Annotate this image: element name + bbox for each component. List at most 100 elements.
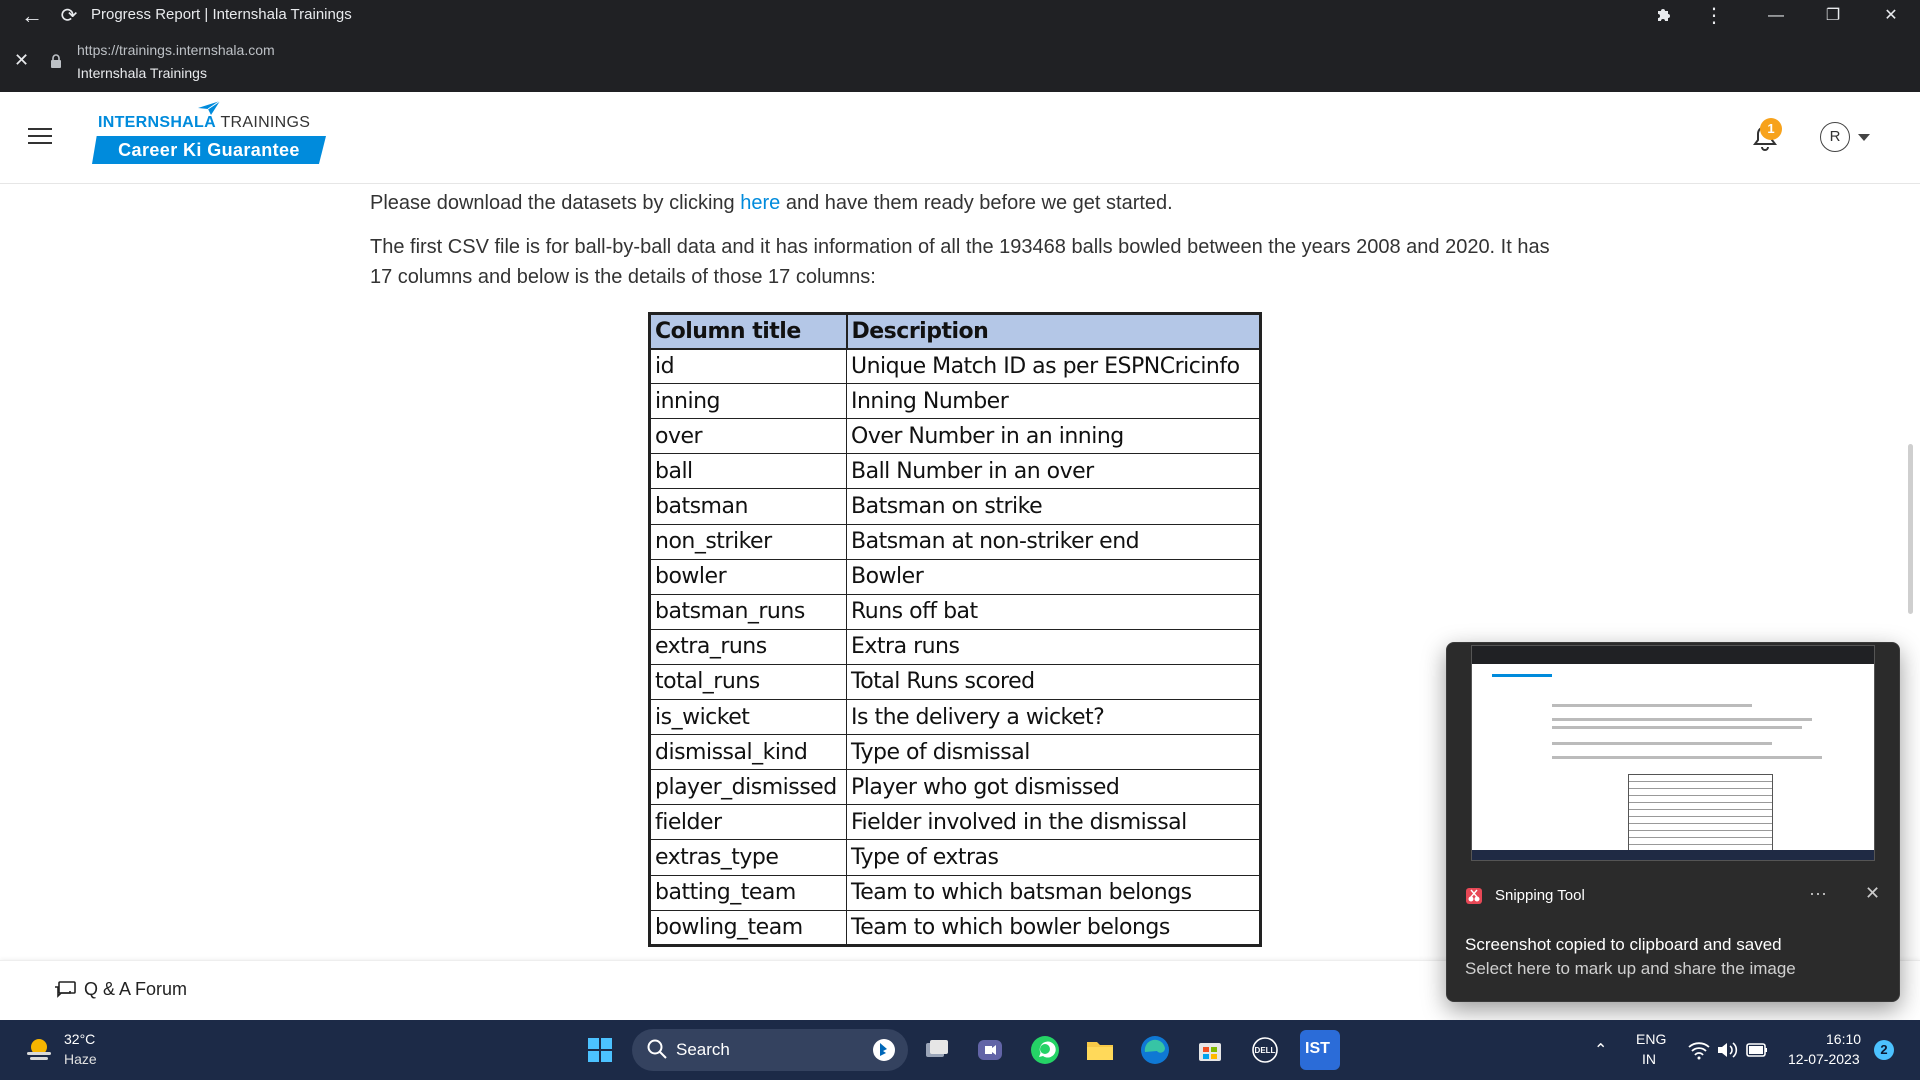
chevron-down-icon[interactable] [1858, 134, 1870, 141]
show-hidden-icons-chevron-icon[interactable]: ⌃ [1594, 1040, 1607, 1060]
column-title-cell: over [649, 418, 847, 455]
table-row: bowling_team Team to which bowler belongs [649, 909, 1261, 946]
language-line2[interactable]: IN [1642, 1051, 1656, 1067]
wifi-icon[interactable] [1688, 1040, 1710, 1060]
table-header-row: Column title Description [648, 312, 1262, 350]
notification-badge: 1 [1760, 118, 1782, 140]
description-cell: Total Runs scored [846, 663, 1261, 701]
snipping-tool-icon [1466, 888, 1482, 904]
browser-url-row: ✕ https://trainings.internshala.com Inte… [0, 36, 1920, 92]
snipping-tool-notification[interactable]: Snipping Tool ··· ✕ Screenshot copied to… [1446, 642, 1900, 1002]
description-cell: Bowler [846, 558, 1261, 595]
microsoft-store-icon[interactable] [1190, 1030, 1230, 1070]
close-icon[interactable]: ✕ [14, 50, 29, 71]
description-cell: Runs off bat [846, 593, 1261, 630]
url-text[interactable]: https://trainings.internshala.com [77, 42, 275, 58]
table-body: id Unique Match ID as per ESPNCricinfo inn… [649, 348, 1261, 946]
screenshot-thumbnail[interactable] [1471, 645, 1875, 861]
dataset-description: The first CSV file is for ball-by-ball d… [370, 236, 1550, 288]
weather-description[interactable]: Haze [64, 1051, 97, 1067]
description-cell: Team to which bowler belongs [846, 909, 1261, 946]
table-row: dismissal_kind Type of dismissal [649, 734, 1261, 771]
description-cell: Type of extras [846, 839, 1261, 876]
description-cell: Player who got dismissed [846, 769, 1261, 806]
description-cell: Batsman on strike [846, 488, 1261, 525]
download-link[interactable]: here [740, 192, 780, 214]
qa-forum-label[interactable]: Q & A Forum [84, 979, 187, 1000]
dell-icon[interactable]: DELL [1245, 1030, 1285, 1070]
table-row: extras_type Type of extras [649, 839, 1261, 876]
menu-kebab-icon[interactable]: ⋮ [1702, 4, 1726, 28]
table-row: total_runs Total Runs scored [649, 663, 1261, 701]
table-row: over Over Number in an inning [649, 418, 1261, 455]
column-title-cell: fielder [649, 804, 847, 841]
toast-body: Select here to mark up and share the ima… [1465, 959, 1796, 978]
column-title-cell: dismissal_kind [649, 734, 847, 771]
language-line1[interactable]: ENG [1636, 1031, 1666, 1047]
description-cell: Team to which batsman belongs [846, 874, 1261, 911]
ist-label: IST [1305, 1040, 1330, 1057]
description-cell: Ball Number in an over [846, 453, 1261, 490]
ist-app-icon[interactable]: IST [1300, 1030, 1340, 1070]
file-explorer-icon[interactable] [1080, 1030, 1120, 1070]
logo-tagline[interactable]: Career Ki Guarantee [92, 136, 326, 164]
close-window-button[interactable]: ✕ [1868, 2, 1914, 30]
hamburger-menu-icon[interactable] [28, 128, 52, 146]
logo-suffix: TRAININGS [220, 114, 311, 131]
volume-icon[interactable] [1716, 1040, 1738, 1060]
column-title-cell: player_dismissed [649, 769, 847, 806]
more-options-icon[interactable]: ··· [1809, 883, 1827, 904]
column-title-cell: is_wicket [649, 699, 847, 736]
browser-chrome: ← ⟳ Progress Report | Internshala Traini… [0, 0, 1920, 92]
logo-brand: INTERNSHALA [98, 114, 216, 131]
task-view-icon[interactable] [916, 1030, 956, 1070]
whatsapp-icon[interactable] [1025, 1030, 1065, 1070]
column-title-cell: inning [649, 383, 847, 420]
search-label: Search [676, 1040, 730, 1059]
table-row: non_striker Batsman at non-striker end [649, 523, 1261, 560]
column-title-cell: bowler [649, 558, 847, 595]
column-title-cell: batsman [649, 488, 847, 525]
avatar[interactable]: R [1820, 122, 1850, 152]
toast-close-icon[interactable]: ✕ [1865, 883, 1880, 904]
download-paragraph: Please download the datasets by clicking… [370, 188, 1550, 218]
table-row: ball Ball Number in an over [649, 453, 1261, 490]
column-title-cell: non_striker [649, 523, 847, 560]
taskbar-search[interactable]: Search [632, 1029, 908, 1071]
description-cell: Inning Number [846, 383, 1261, 420]
lock-icon[interactable] [50, 54, 62, 68]
windows-taskbar: 32°C Haze Search DELL IST ⌃ ENG IN 16:10… [0, 1020, 1920, 1080]
minimize-button[interactable]: — [1753, 2, 1799, 30]
header-column-title: Column title [648, 312, 848, 350]
extensions-puzzle-icon[interactable] [1652, 4, 1676, 28]
notification-count-badge[interactable]: 2 [1874, 1040, 1894, 1060]
description-cell: Unique Match ID as per ESPNCricinfo [846, 348, 1261, 385]
description-cell: Over Number in an inning [846, 418, 1261, 455]
windows-start-icon[interactable] [580, 1030, 620, 1070]
back-arrow-icon[interactable]: ← [20, 4, 44, 28]
logo-text[interactable]: INTERNSHALA TRAININGS [98, 114, 310, 132]
scrollbar-thumb[interactable] [1908, 444, 1913, 614]
description-cell: Is the delivery a wicket? [846, 699, 1261, 736]
column-title-cell: id [649, 348, 847, 385]
table-row: player_dismissed Player who got dismissed [649, 769, 1261, 806]
download-text-before: Please download the datasets by clicking [370, 192, 741, 214]
clock-time[interactable]: 16:10 [1826, 1031, 1861, 1047]
header-description: Description [845, 312, 1262, 350]
weather-haze-icon[interactable] [24, 1034, 54, 1064]
toast-app-name: Snipping Tool [1495, 887, 1585, 904]
reload-icon[interactable]: ⟳ [57, 4, 81, 28]
column-title-cell: ball [649, 453, 847, 490]
table-row: is_wicket Is the delivery a wicket? [649, 699, 1261, 736]
edge-browser-icon[interactable] [1135, 1030, 1175, 1070]
clock-date[interactable]: 12-07-2023 [1788, 1051, 1860, 1067]
table-row: inning Inning Number [649, 383, 1261, 420]
teams-meet-icon[interactable] [970, 1030, 1010, 1070]
column-title-cell: extras_type [649, 839, 847, 876]
column-title-cell: total_runs [649, 663, 847, 701]
battery-icon[interactable] [1746, 1042, 1768, 1058]
column-title-cell: batting_team [649, 874, 847, 911]
restore-button[interactable]: ❐ [1810, 2, 1856, 30]
bing-icon [873, 1039, 895, 1061]
weather-temperature[interactable]: 32°C [64, 1031, 95, 1047]
